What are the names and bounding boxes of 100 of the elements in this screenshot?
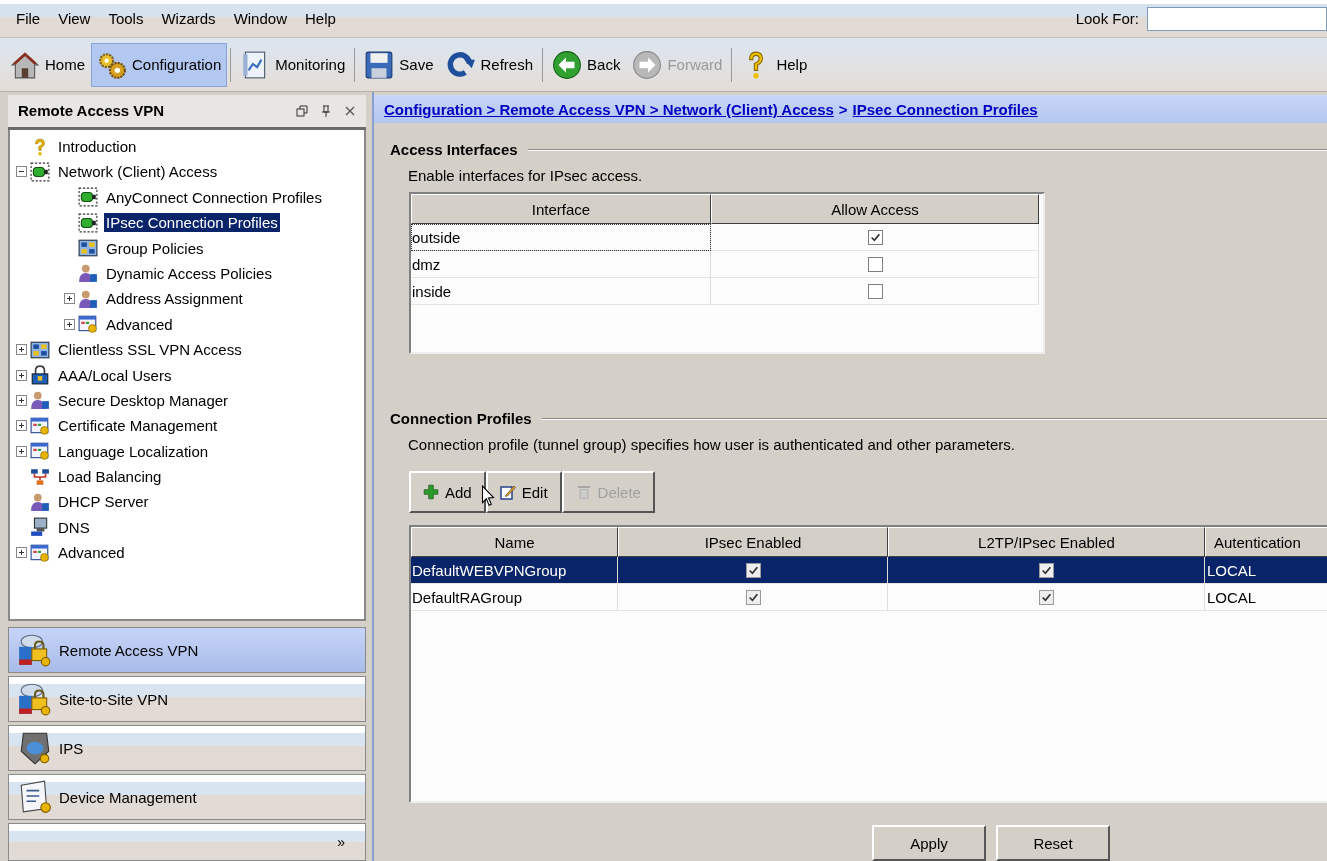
action-button[interactable]: Edit	[485, 471, 562, 513]
network-icon	[30, 466, 50, 487]
menu-item[interactable]: Window	[227, 10, 299, 27]
column-header[interactable]: L2TP/IPsec Enabled	[888, 527, 1205, 557]
window-icon	[30, 441, 50, 462]
toolbar-button[interactable]: Home	[4, 42, 91, 87]
monitor-icon	[30, 517, 50, 538]
expand-icon[interactable]	[16, 394, 27, 406]
toolbar-button[interactable]: Monitoring	[234, 42, 352, 87]
checkbox[interactable]	[745, 562, 761, 578]
checkbox[interactable]	[1039, 562, 1054, 578]
tree-item[interactable]: Certificate Management	[56, 416, 220, 436]
collapse-icon[interactable]	[16, 166, 27, 178]
table-cell: LOCAL	[1205, 557, 1327, 584]
trash-icon	[575, 484, 592, 500]
breadcrumb-link[interactable]: IPsec Connection Profiles	[852, 100, 1038, 118]
tree-item[interactable]: Network (Client) Access	[56, 162, 220, 182]
menu-item[interactable]: Wizards	[155, 10, 228, 27]
search-field[interactable]	[1147, 6, 1327, 31]
table-cell: DefaultRAGroup	[411, 584, 618, 611]
section-title: Connection Profiles	[390, 409, 532, 427]
expand-icon[interactable]	[16, 445, 27, 457]
navigation-button[interactable]: IPS	[8, 725, 366, 771]
person-icon	[30, 491, 50, 512]
tree-item[interactable]: Dynamic Access Policies	[104, 263, 274, 283]
menu-item[interactable]: Tools	[102, 10, 156, 27]
tree-item[interactable]: IPsec Connection Profiles	[104, 213, 280, 233]
expand-icon[interactable]	[16, 369, 27, 381]
checkbox[interactable]	[1039, 589, 1054, 605]
grid-icon	[30, 339, 50, 360]
tree-item[interactable]: Group Policies	[104, 238, 206, 258]
menu-item[interactable]: File	[10, 10, 53, 27]
navigation-button[interactable]: Site-to-Site VPN	[8, 676, 366, 722]
expand-icon[interactable]	[16, 547, 27, 559]
expand-icon[interactable]	[64, 293, 75, 305]
plug-icon	[78, 212, 98, 233]
close-icon[interactable]	[344, 104, 356, 117]
expand-icon[interactable]	[16, 344, 27, 356]
person-icon	[78, 263, 98, 284]
window-icon	[78, 314, 98, 335]
toolbar-button[interactable]: Refresh	[439, 42, 540, 87]
table-cell: dmz	[411, 251, 711, 278]
navigation-button[interactable]: Device Management	[8, 774, 366, 820]
tree-item[interactable]: DNS	[56, 517, 92, 537]
table-row[interactable]: DefaultRAGroup LOCAL	[411, 584, 1327, 611]
tree-item[interactable]: Load Balancing	[56, 467, 164, 487]
tree-item[interactable]: Clientless SSL VPN Access	[56, 340, 244, 360]
panel-title: Remote Access VPN	[18, 102, 165, 120]
plus-icon	[423, 484, 439, 500]
column-header[interactable]: Interface	[411, 194, 711, 224]
column-header[interactable]: IPsec Enabled	[618, 527, 888, 557]
grid-icon	[78, 238, 98, 259]
section-description: Connection profile (tunnel group) specifies how user is authenticated and other parameters.	[408, 436, 1017, 453]
tree-item[interactable]: AnyConnect Connection Profiles	[104, 187, 324, 207]
column-header[interactable]: Name	[411, 527, 618, 557]
navigation-button[interactable]: Remote Access VPN	[8, 627, 366, 673]
toolbar-button[interactable]: Save	[358, 42, 440, 87]
checkbox[interactable]	[867, 256, 883, 272]
section-title: Access Interfaces	[390, 140, 518, 158]
lock-icon	[30, 365, 50, 385]
action-button[interactable]: Apply	[872, 825, 986, 861]
window-icon	[30, 542, 50, 563]
refresh-icon	[445, 49, 476, 80]
restore-icon[interactable]	[296, 104, 308, 117]
action-button[interactable]: Reset	[996, 825, 1110, 861]
menu-item[interactable]: View	[52, 10, 103, 27]
pencil-icon	[499, 484, 516, 500]
pin-icon[interactable]	[320, 104, 332, 117]
tree-item[interactable]: Advanced	[104, 314, 175, 334]
checkbox[interactable]	[867, 229, 883, 245]
breadcrumb-separator: >	[838, 100, 848, 118]
table-row[interactable]: DefaultWEBVPNGroup LOCAL	[411, 557, 1327, 584]
lock-cloud-icon	[17, 632, 53, 668]
toolbar-button[interactable]: Back	[546, 42, 627, 87]
table-cell: inside	[411, 278, 711, 305]
table-cell: DefaultWEBVPNGroup	[411, 557, 618, 584]
checkbox[interactable]	[867, 283, 883, 299]
plug-icon	[78, 187, 98, 208]
look-for-label: Look For:	[1075, 10, 1139, 27]
column-header[interactable]: Allow Access	[711, 194, 1039, 224]
tree-item[interactable]: Introduction	[56, 137, 139, 156]
action-button[interactable]: Add	[409, 471, 486, 513]
tree-item[interactable]: Language Localization	[56, 441, 211, 461]
toolbar-button[interactable]: Help	[735, 42, 814, 87]
breadcrumb-link[interactable]: Configuration > Remote Access VPN > Network (Client) Access	[384, 100, 834, 118]
window-icon	[30, 415, 50, 436]
table-cell: outside	[411, 224, 711, 251]
checkbox[interactable]	[745, 589, 761, 605]
expand-icon[interactable]	[16, 420, 27, 432]
tree-item[interactable]: AAA/Local Users	[56, 365, 174, 385]
column-header[interactable]: Autentication	[1205, 527, 1327, 557]
tree-item[interactable]: Advanced	[56, 543, 127, 563]
menu-item[interactable]: Help	[299, 10, 348, 27]
tree-item[interactable]: Address Assignment	[104, 289, 245, 309]
person-icon	[78, 288, 98, 309]
more-button[interactable]: »	[337, 834, 345, 850]
expand-icon[interactable]	[64, 318, 75, 330]
tree-item[interactable]: DHCP Server	[56, 492, 151, 512]
tree-item[interactable]: Secure Desktop Manager	[56, 390, 231, 410]
toolbar-button[interactable]: Configuration	[91, 42, 228, 87]
